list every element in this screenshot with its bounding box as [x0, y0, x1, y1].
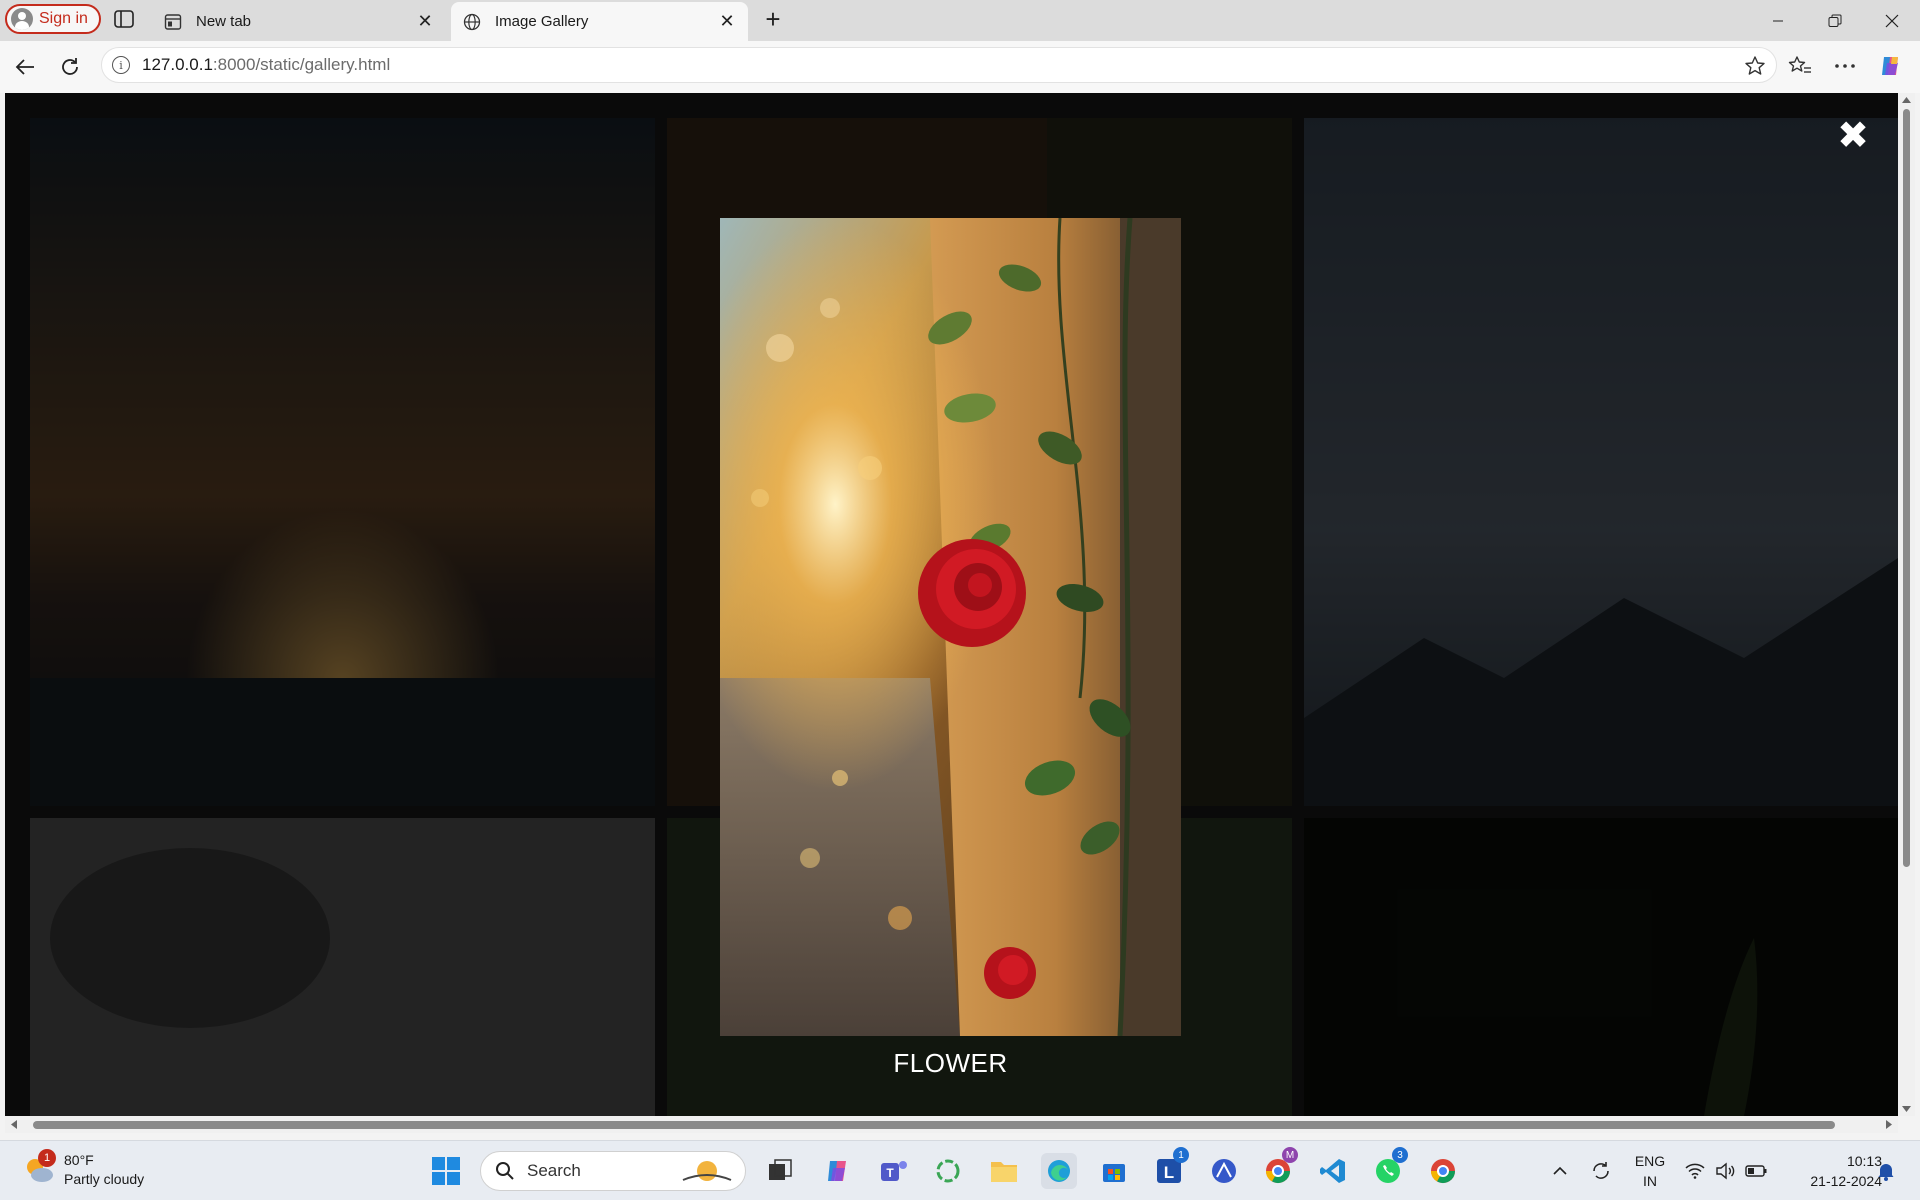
search-highlight-icon	[682, 1161, 732, 1181]
taskbar-clock[interactable]: 10:13 21-12-2024	[1780, 1151, 1882, 1191]
weather-text: 80°F Partly cloudy	[64, 1151, 144, 1189]
tab-title: Image Gallery	[495, 13, 589, 30]
copilot-icon[interactable]	[1876, 51, 1906, 81]
url-text: 127.0.0.1:8000/static/gallery.html	[142, 55, 390, 75]
sync-icon[interactable]	[1585, 1153, 1617, 1189]
svg-text:T: T	[886, 1166, 894, 1180]
teams-icon[interactable]: T	[876, 1153, 912, 1189]
lightbox-caption: FLOWER	[893, 1048, 1008, 1078]
scroll-left-arrow-icon[interactable]	[10, 1119, 18, 1130]
sign-in-label: Sign in	[39, 10, 88, 27]
notification-bell-icon[interactable]	[1872, 1153, 1900, 1189]
refresh-app-icon[interactable]	[930, 1153, 966, 1189]
page-viewport: ✖ FLOWER	[5, 93, 1898, 1116]
minimize-icon[interactable]	[1749, 0, 1806, 41]
tab-close-icon[interactable]: ✕	[716, 11, 738, 33]
chrome-profile-badge: M	[1282, 1147, 1298, 1163]
svg-text:L: L	[1164, 1163, 1174, 1182]
back-arrow-icon[interactable]	[10, 52, 40, 82]
taskbar-search[interactable]: Search	[480, 1151, 746, 1191]
restore-icon[interactable]	[1806, 0, 1863, 41]
refresh-icon[interactable]	[55, 52, 85, 82]
windows-taskbar: 1 80°F Partly cloudy Search T L 1 M 3 EN…	[0, 1140, 1920, 1200]
vscode-icon[interactable]	[1315, 1153, 1351, 1189]
battery-icon[interactable]	[1742, 1153, 1770, 1189]
scroll-right-arrow-icon[interactable]	[1885, 1119, 1893, 1130]
new-tab-page-icon	[164, 13, 182, 31]
whatsapp-icon[interactable]: 3	[1370, 1147, 1408, 1189]
chrome-icon[interactable]	[1425, 1153, 1461, 1189]
search-placeholder: Search	[527, 1161, 581, 1180]
url-path: :8000/static/gallery.html	[212, 55, 391, 74]
scroll-up-arrow-icon[interactable]	[1901, 96, 1912, 104]
tab-strip: Sign in New tab ✕ Image Gallery ✕ +	[0, 0, 1920, 41]
favorite-star-icon[interactable]	[1744, 55, 1766, 77]
site-info-icon[interactable]: i	[112, 56, 130, 74]
vertical-scroll-thumb[interactable]	[1903, 109, 1910, 867]
input-language[interactable]: ENG IN	[1630, 1151, 1670, 1191]
favorites-icon[interactable]	[1785, 51, 1815, 81]
copilot-app-icon[interactable]	[820, 1153, 856, 1189]
sign-in-button[interactable]: Sign in	[5, 4, 101, 34]
new-tab-plus-icon[interactable]: +	[760, 4, 786, 34]
tab-image-gallery[interactable]: Image Gallery ✕	[451, 2, 748, 41]
vertical-scrollbar[interactable]	[1898, 93, 1915, 1116]
search-icon	[496, 1162, 514, 1180]
globe-icon	[463, 13, 481, 31]
close-icon[interactable]: ✖	[1835, 113, 1871, 157]
scroll-down-arrow-icon[interactable]	[1901, 1105, 1912, 1113]
window-controls	[1749, 0, 1920, 41]
l-app-icon[interactable]: L 1	[1151, 1147, 1189, 1189]
weather-condition: Partly cloudy	[64, 1171, 145, 1187]
clock-time: 10:13	[1846, 1153, 1882, 1169]
show-hidden-icons-chevron-icon[interactable]	[1544, 1153, 1576, 1189]
clock-date: 21-12-2024	[1810, 1173, 1882, 1189]
edge-icon[interactable]	[1041, 1153, 1077, 1189]
horizontal-scrollbar[interactable]	[5, 1116, 1898, 1133]
windows-start-icon[interactable]	[428, 1153, 464, 1189]
wifi-icon[interactable]	[1682, 1153, 1708, 1189]
chrome-profile-icon[interactable]: M	[1260, 1147, 1298, 1189]
volume-icon[interactable]	[1712, 1153, 1738, 1189]
partly-cloudy-icon: 1	[22, 1149, 56, 1187]
browser-toolbar: i 127.0.0.1:8000/static/gallery.html	[0, 41, 1920, 93]
tab-new-tab[interactable]: New tab ✕	[152, 2, 446, 41]
l-app-badge: 1	[1173, 1147, 1189, 1163]
url-host: 127.0.0.1	[142, 55, 213, 74]
horizontal-scroll-thumb[interactable]	[33, 1121, 1835, 1129]
address-bar[interactable]: i 127.0.0.1:8000/static/gallery.html	[101, 47, 1777, 83]
tab-close-icon[interactable]: ✕	[414, 11, 436, 33]
profile-avatar-icon	[11, 8, 33, 30]
file-explorer-icon[interactable]	[986, 1153, 1022, 1189]
whatsapp-badge: 3	[1392, 1147, 1408, 1163]
vpn-app-icon[interactable]	[1206, 1153, 1242, 1189]
weather-alert-badge: 1	[38, 1149, 56, 1167]
more-options-icon[interactable]	[1830, 51, 1860, 81]
task-view-icon[interactable]	[762, 1153, 798, 1189]
weather-temp: 80°F	[64, 1152, 94, 1168]
red-rose	[918, 539, 1026, 647]
lang-top: ENG	[1634, 1153, 1666, 1169]
lightbox-image-flower	[720, 218, 1181, 1036]
microsoft-store-icon[interactable]	[1096, 1153, 1132, 1189]
weather-widget[interactable]: 1 80°F Partly cloudy	[22, 1149, 144, 1189]
tab-actions-menu-icon[interactable]	[112, 8, 138, 32]
tab-title: New tab	[196, 13, 252, 30]
close-window-icon[interactable]	[1863, 0, 1920, 41]
lang-bottom: IN	[1643, 1173, 1657, 1189]
